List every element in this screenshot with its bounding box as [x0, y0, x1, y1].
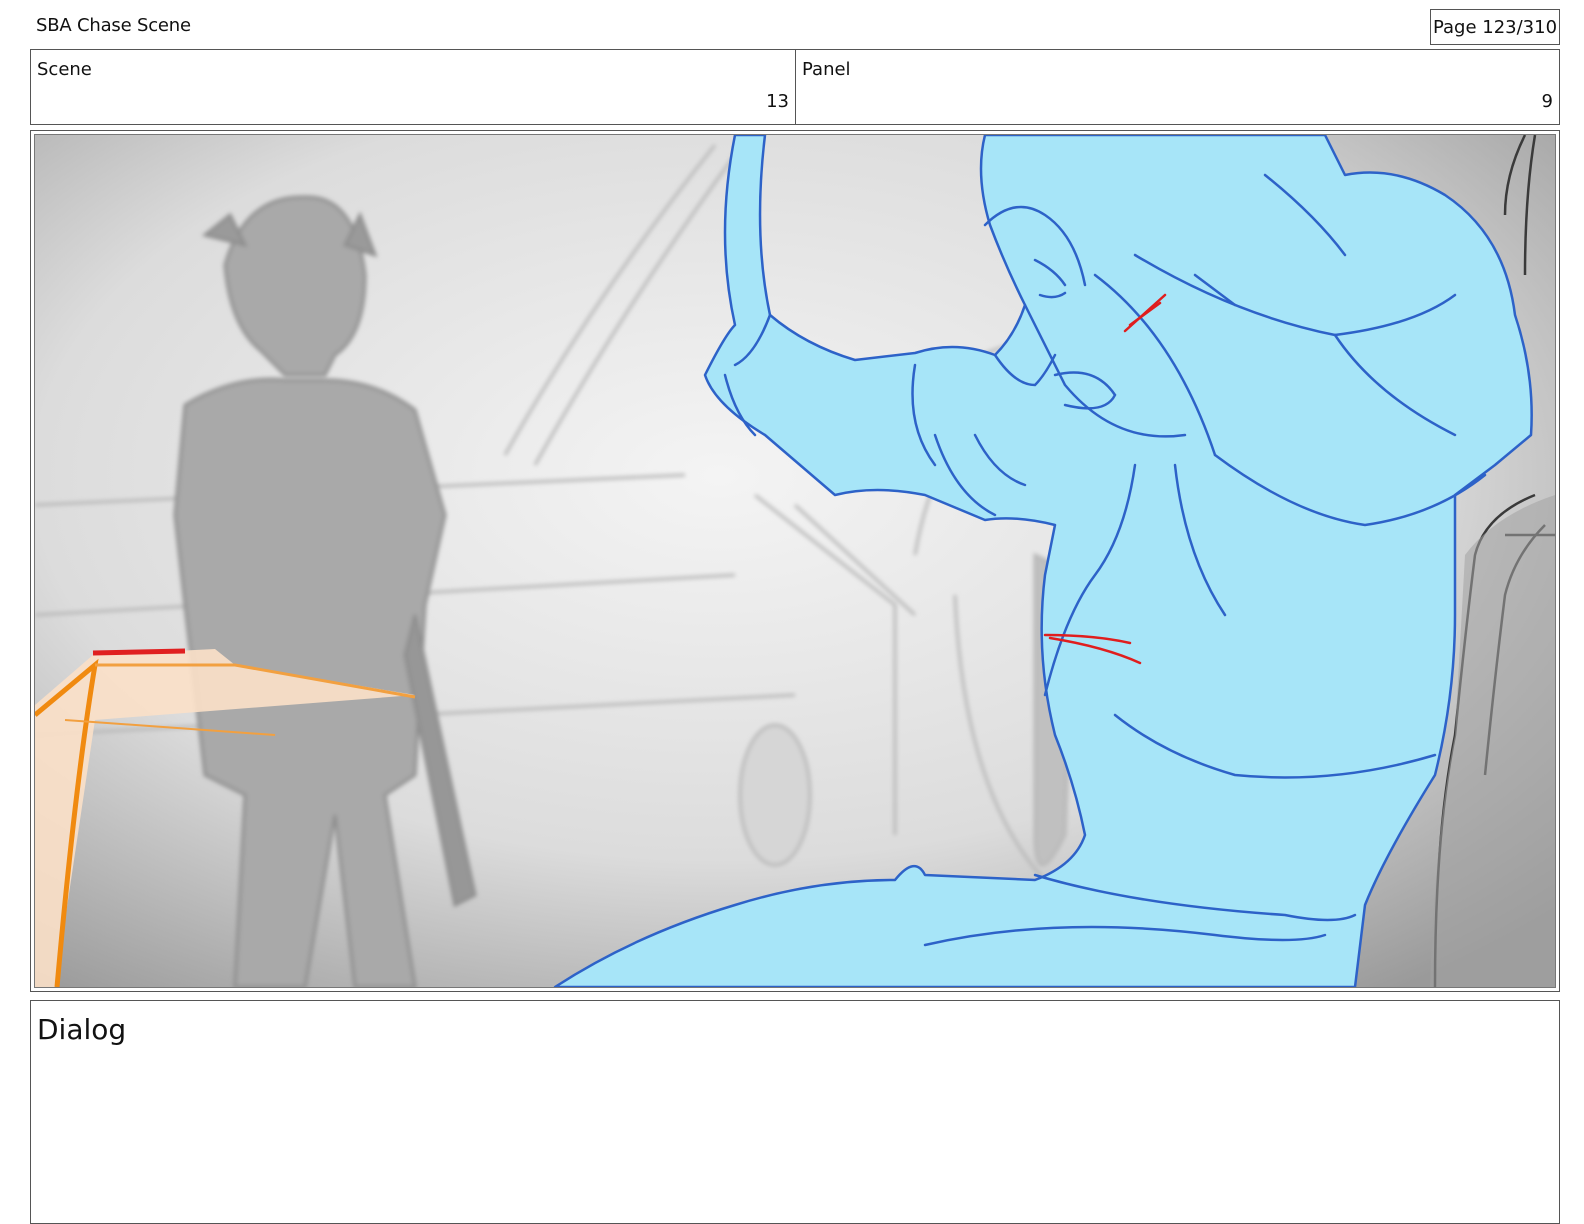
- scene-panel-header: Scene 13 Panel 9: [30, 49, 1560, 125]
- page-indicator: Page 123/310: [1430, 9, 1560, 45]
- panel-number: 9: [1541, 91, 1553, 112]
- storyboard-sketch: [35, 135, 1555, 987]
- document-title: SBA Chase Scene: [36, 15, 191, 36]
- dialog-label: Dialog: [37, 1013, 127, 1046]
- panel-label: Panel: [802, 59, 851, 80]
- storyboard-frame: [30, 130, 1560, 992]
- scene-number: 13: [766, 91, 789, 112]
- dialog-box: Dialog: [30, 1000, 1560, 1224]
- scene-label: Scene: [37, 59, 92, 80]
- scene-cell: Scene 13: [31, 50, 796, 124]
- storyboard-image: [34, 134, 1556, 988]
- panel-cell: Panel 9: [796, 50, 1559, 124]
